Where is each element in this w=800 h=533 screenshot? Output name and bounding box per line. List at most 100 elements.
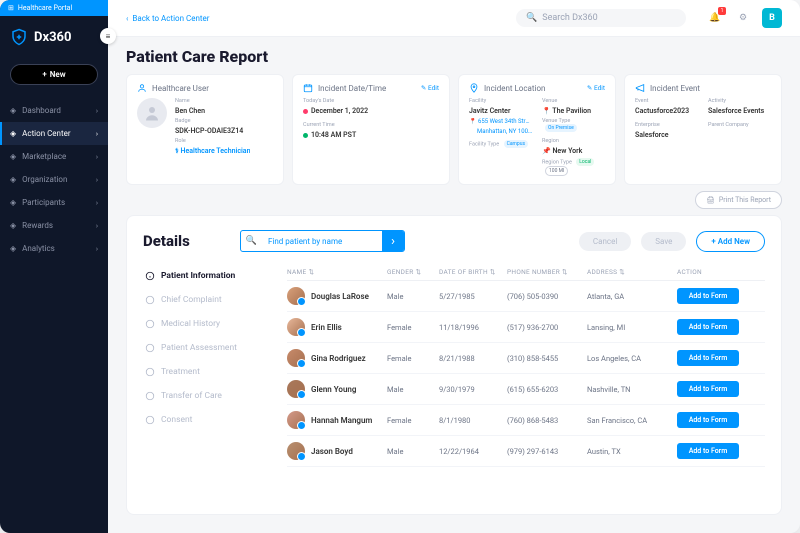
cell-phone: (517) 936-2700 (507, 323, 587, 332)
cell-phone: (979) 297-6143 (507, 447, 587, 456)
info-row: Healthcare User Name Ben Chen Badge SDK-… (108, 74, 800, 185)
tab-patient-information[interactable]: Patient Information (143, 266, 273, 286)
sidebar-collapse[interactable]: ≡ (100, 28, 116, 44)
add-to-form-button[interactable]: Add to Form (677, 381, 739, 397)
nav-label: Organization (22, 175, 67, 184)
portal-icon: ⊞ (8, 4, 14, 12)
cancel-button[interactable]: Cancel (579, 232, 631, 251)
chart-icon: ◈ (10, 244, 16, 253)
search-icon: 🔍 (526, 13, 537, 23)
patient-name: Erin Ellis (311, 323, 342, 332)
patient-name: Hannah Mangum (311, 416, 372, 425)
nav-item-rewards[interactable]: ◈Rewards› (0, 214, 108, 237)
patient-search: 🔍 › (240, 230, 405, 252)
col-action: ACTION (677, 268, 739, 276)
circle-icon (145, 295, 155, 305)
patient-avatar (287, 349, 305, 367)
cell-phone: (760) 868-5483 (507, 416, 587, 425)
cell-phone: (615) 655-6203 (507, 385, 587, 394)
main: ‹Back to Action Center 🔍 Search Dx360 🔔 … (108, 0, 800, 533)
chevron-right-icon: › (96, 130, 98, 138)
col-dob[interactable]: DATE OF BIRTH ⇅ (439, 268, 507, 276)
notifications-button[interactable]: 🔔 1 (706, 9, 724, 27)
col-name[interactable]: NAME ⇅ (287, 268, 387, 276)
add-to-form-button[interactable]: Add to Form (677, 412, 739, 428)
tab-chief-complaint[interactable]: Chief Complaint (143, 290, 273, 310)
cell-gender: Female (387, 354, 439, 363)
back-link[interactable]: ‹Back to Action Center (126, 14, 209, 23)
users-icon: ◈ (10, 198, 16, 207)
cell-address: San Francisco, CA (587, 416, 677, 425)
patient-name: Glenn Young (311, 385, 356, 394)
col-addr[interactable]: ADDRESS ⇅ (587, 268, 677, 276)
new-button[interactable]: +New (10, 64, 98, 85)
user-avatar[interactable]: B (762, 8, 782, 28)
tab-medical-history[interactable]: Medical History (143, 314, 273, 334)
col-gender[interactable]: GENDER ⇅ (387, 268, 439, 276)
patient-name: Douglas LaRose (311, 292, 369, 301)
settings-button[interactable]: ⚙ (734, 9, 752, 27)
tab-treatment[interactable]: Treatment (143, 362, 273, 382)
cell-name: Glenn Young (287, 380, 387, 398)
add-new-button[interactable]: + Add New (696, 231, 765, 252)
nav-label: Participants (22, 198, 65, 207)
chevron-left-icon: ‹ (126, 14, 128, 23)
circle-icon (145, 319, 155, 329)
region-val: 📌 New York (542, 147, 605, 155)
edit-location[interactable]: ✎ Edit (587, 84, 605, 92)
cell-address: Los Angeles, CA (587, 354, 677, 363)
tab-transfer-of-care[interactable]: Transfer of Care (143, 386, 273, 406)
circle-icon (145, 343, 155, 353)
hc-badge: SDK-HCP-ODAIE3Z14 (175, 127, 250, 135)
patient-search-go[interactable]: › (382, 231, 404, 251)
patient-avatar (287, 411, 305, 429)
portal-tag: ⊞ Healthcare Portal (0, 0, 108, 16)
cell-dob: 5/27/1985 (439, 292, 507, 301)
nav-item-marketplace[interactable]: ◈Marketplace› (0, 145, 108, 168)
brand-text: Dx360 (34, 30, 71, 45)
time-val: 10:48 AM PST (303, 131, 439, 139)
card-event: Incident Event Event Cactusforce2023 Ent… (624, 74, 782, 185)
tab-label: Medical History (161, 319, 220, 329)
tab-consent[interactable]: Consent (143, 410, 273, 430)
circle-icon (145, 391, 155, 401)
cell-gender: Female (387, 416, 439, 425)
stethoscope-icon: ⚕ (175, 147, 179, 155)
megaphone-icon (635, 83, 645, 93)
nav-item-participants[interactable]: ◈Participants› (0, 191, 108, 214)
print-button[interactable]: 🖨Print This Report (695, 191, 782, 209)
edit-datetime[interactable]: ✎ Edit (421, 84, 439, 92)
nav-item-dashboard[interactable]: ◈Dashboard› (0, 99, 108, 122)
patient-search-input[interactable] (262, 231, 382, 251)
add-to-form-button[interactable]: Add to Form (677, 350, 739, 366)
add-to-form-button[interactable]: Add to Form (677, 288, 739, 304)
save-button[interactable]: Save (641, 232, 686, 251)
sidebar: ⊞ Healthcare Portal ≡ Dx360 +New ◈Dashbo… (0, 0, 108, 533)
nav-item-organization[interactable]: ◈Organization› (0, 168, 108, 191)
hc-name: Ben Chen (175, 107, 250, 115)
tab-patient-assessment[interactable]: Patient Assessment (143, 338, 273, 358)
add-to-form-button[interactable]: Add to Form (677, 443, 739, 459)
cell-name: Douglas LaRose (287, 287, 387, 305)
venue-label: Venue (542, 98, 605, 104)
hc-role: ⚕ Healthcare Technician (175, 147, 250, 155)
cell-dob: 9/30/1979 (439, 385, 507, 394)
today-label: Today's Date (303, 98, 439, 104)
nav-item-action-center[interactable]: ◈Action Center› (0, 122, 108, 145)
add-to-form-button[interactable]: Add to Form (677, 319, 739, 335)
notif-badge: 1 (718, 7, 726, 15)
info-icon (145, 271, 155, 281)
card-title: Incident Location (484, 84, 545, 93)
chevron-right-icon: › (96, 107, 98, 115)
details-title: Details (143, 232, 190, 250)
page-title: Patient Care Report (126, 47, 782, 66)
cell-address: Austin, TX (587, 447, 677, 456)
cell-gender: Male (387, 292, 439, 301)
nav-label: Action Center (22, 129, 70, 138)
global-search[interactable]: 🔍 Search Dx360 (516, 9, 686, 27)
tab-label: Treatment (161, 367, 200, 377)
col-phone[interactable]: PHONE NUMBER ⇅ (507, 268, 587, 276)
table-row: Erin EllisFemale11/18/1996(517) 936-2700… (287, 312, 765, 343)
patient-table: NAME ⇅ GENDER ⇅ DATE OF BIRTH ⇅ PHONE NU… (287, 264, 765, 506)
nav-item-analytics[interactable]: ◈Analytics› (0, 237, 108, 260)
